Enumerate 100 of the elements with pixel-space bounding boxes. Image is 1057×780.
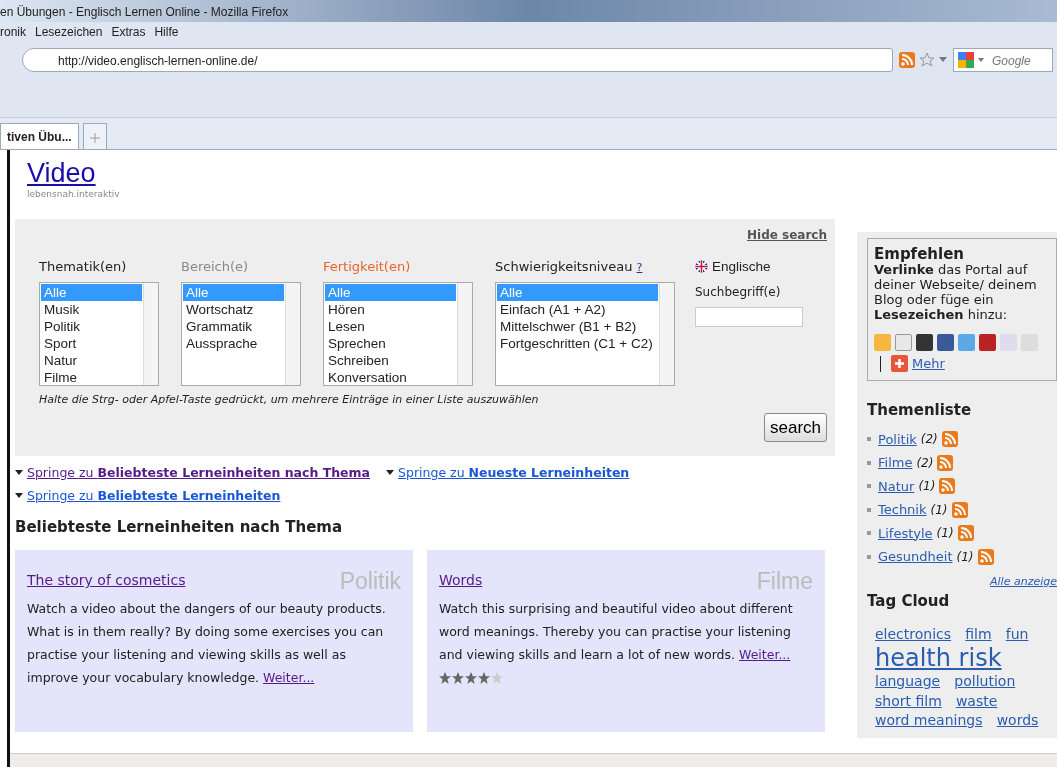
topic-count: (2): [916, 454, 934, 472]
search-engine-icon[interactable]: [958, 52, 986, 68]
list-box[interactable]: Alle Wortschatz Grammatik Aussprache: [181, 282, 301, 386]
topic-count: (1): [918, 478, 936, 496]
filter-label: Bereich(e): [181, 258, 249, 274]
list-option[interactable]: Einfach (A1 + A2): [497, 301, 658, 318]
list-option[interactable]: Lesen: [325, 318, 456, 335]
topic-count: (1): [930, 501, 948, 519]
topic-link[interactable]: Gesundheit: [878, 547, 953, 567]
section-heading: Beliebteste Lerneinheiten nach Thema: [15, 516, 344, 538]
jump-link[interactable]: Springe zu Beliebteste Lerneinheiten nach Thema: [27, 464, 371, 483]
search-button[interactable]: search: [763, 412, 827, 442]
scrollbar[interactable]: [143, 283, 158, 385]
address-field[interactable]: http://video.englisch-lernen-online.de/: [22, 48, 893, 72]
list-option[interactable]: Sport: [41, 335, 142, 352]
list-option[interactable]: Filme: [41, 369, 142, 386]
tag-link[interactable]: waste: [955, 692, 998, 709]
rss-icon[interactable]: [977, 548, 994, 565]
tag-link[interactable]: electronics: [875, 625, 952, 642]
topic-link[interactable]: Filme: [878, 453, 913, 473]
menu-item[interactable]: Lesezeichen: [35, 23, 103, 41]
topic-link[interactable]: Politik: [878, 429, 917, 449]
list-option[interactable]: Fortgeschritten (C1 + C2): [497, 335, 658, 352]
scrollbar[interactable]: [285, 283, 300, 385]
rss-icon[interactable]: [899, 52, 915, 68]
list-option[interactable]: Hören: [325, 301, 456, 318]
rss-icon[interactable]: [941, 431, 958, 448]
jump-link[interactable]: Springe zu Beliebteste Lerneinheiten: [27, 486, 281, 506]
list-option[interactable]: Politik: [41, 318, 142, 335]
scrollbar[interactable]: [457, 283, 472, 385]
card-title-link[interactable]: The story of cosmetics: [27, 570, 186, 591]
menu-item[interactable]: Hilfe: [154, 23, 179, 41]
search-term-field[interactable]: [695, 306, 803, 327]
rss-icon[interactable]: [951, 501, 968, 518]
list-box[interactable]: Alle Hören Lesen Sprechen Schreiben Konversation: [323, 282, 473, 386]
show-all-link[interactable]: Alle anzeige: [990, 574, 1057, 588]
search-field[interactable]: Google: [953, 48, 1053, 72]
recommend-text: Verlinke das Portal auf deiner Webseite/ deinem Blog oder füge ein Lesezeichen hinzu:: [874, 262, 1038, 322]
filter-label: Fertigkeit(en): [323, 258, 411, 274]
topic-link[interactable]: Natur: [878, 476, 915, 496]
window-title: en Übungen - Englisch Lernen Online - Mozilla Firefox: [0, 5, 289, 19]
rss-icon[interactable]: [939, 478, 956, 495]
menu-item[interactable]: ronik: [0, 23, 26, 41]
list-box[interactable]: Alle Musik Politik Sport Natur Filme: [39, 282, 159, 386]
topic-count: (2): [920, 431, 938, 449]
hint-text: Halte die Strg- oder Apfel-Taste gedrückt, um mehrere Einträge in einer Liste auszuwählen: [39, 392, 540, 408]
section-title: Themenliste: [867, 400, 973, 421]
hide-search-link[interactable]: Hide search: [747, 228, 827, 242]
menu-item[interactable]: Extras: [111, 23, 146, 41]
card-description: Watch this surprising and beautiful video about different word meanings. Thereby you can practise your listening and viewing skills and learn a lot of new words. Weiter...: [439, 600, 794, 664]
list-option[interactable]: Musik: [41, 301, 142, 318]
tag-link[interactable]: words: [996, 712, 1039, 728]
filter-label: Schwierigkeitsniveau: [495, 258, 633, 274]
bullet-icon: [867, 437, 871, 442]
help-link[interactable]: ?: [636, 260, 643, 274]
filter-label: Thematik(en): [39, 258, 127, 274]
list-option[interactable]: Natur: [41, 352, 142, 369]
tag-link[interactable]: language: [875, 673, 941, 689]
browser-tab[interactable]: tiven Übu...: [0, 123, 79, 149]
tag-link[interactable]: short film: [875, 692, 942, 709]
caret-icon[interactable]: [939, 57, 947, 63]
tag-link[interactable]: word meanings: [875, 712, 983, 728]
new-tab-button[interactable]: [82, 123, 107, 149]
caret-icon: [386, 470, 395, 477]
bullet-icon: [867, 554, 871, 559]
site-title-link[interactable]: Video: [27, 160, 96, 187]
search-term-label: Suchbegriff(e): [695, 283, 782, 301]
more-link[interactable]: Mehr: [912, 356, 945, 371]
read-more-link[interactable]: Weiter...: [263, 670, 315, 685]
tagline: lebensnah.interaktiv: [27, 187, 121, 201]
jump-link[interactable]: Springe zu Neueste Lerneinheiten: [398, 464, 630, 483]
plus-icon[interactable]: [891, 355, 908, 372]
rss-icon[interactable]: [957, 525, 974, 542]
rss-icon[interactable]: [937, 454, 954, 471]
list-option[interactable]: Aussprache: [183, 335, 284, 352]
topic-count: (1): [956, 548, 974, 566]
list-option[interactable]: Schreiben: [325, 352, 456, 369]
language-label: Englische: [712, 257, 771, 276]
topic-link[interactable]: Lifestyle: [878, 523, 933, 543]
card-title-link[interactable]: Words: [439, 570, 483, 591]
list-option[interactable]: Konversation: [325, 369, 456, 386]
scrollbar[interactable]: [659, 283, 674, 385]
topic-count: (1): [936, 525, 954, 543]
plus-icon: [89, 132, 100, 143]
read-more-link[interactable]: Weiter...: [739, 647, 791, 662]
flag-icon: [695, 260, 708, 274]
tag-link[interactable]: film: [965, 625, 992, 642]
tag-link[interactable]: fun: [1005, 625, 1029, 642]
tag-link[interactable]: pollution: [954, 673, 1016, 689]
bullet-icon: [867, 507, 871, 512]
category-label: Filme: [756, 570, 813, 593]
topic-link[interactable]: Technik: [878, 500, 927, 520]
list-option[interactable]: Grammatik: [183, 318, 284, 335]
list-option[interactable]: Mittelschwer (B1 + B2): [497, 318, 658, 335]
list-option[interactable]: Sprechen: [325, 335, 456, 352]
caret-icon: [15, 493, 23, 500]
list-box[interactable]: Alle Einfach (A1 + A2) Mittelschwer (B1 + B2) Fortgeschritten (C1 + C2): [495, 282, 675, 386]
bullet-icon: [867, 531, 871, 536]
tag-link[interactable]: health risk: [875, 644, 1002, 672]
list-option[interactable]: Wortschatz: [183, 301, 284, 318]
